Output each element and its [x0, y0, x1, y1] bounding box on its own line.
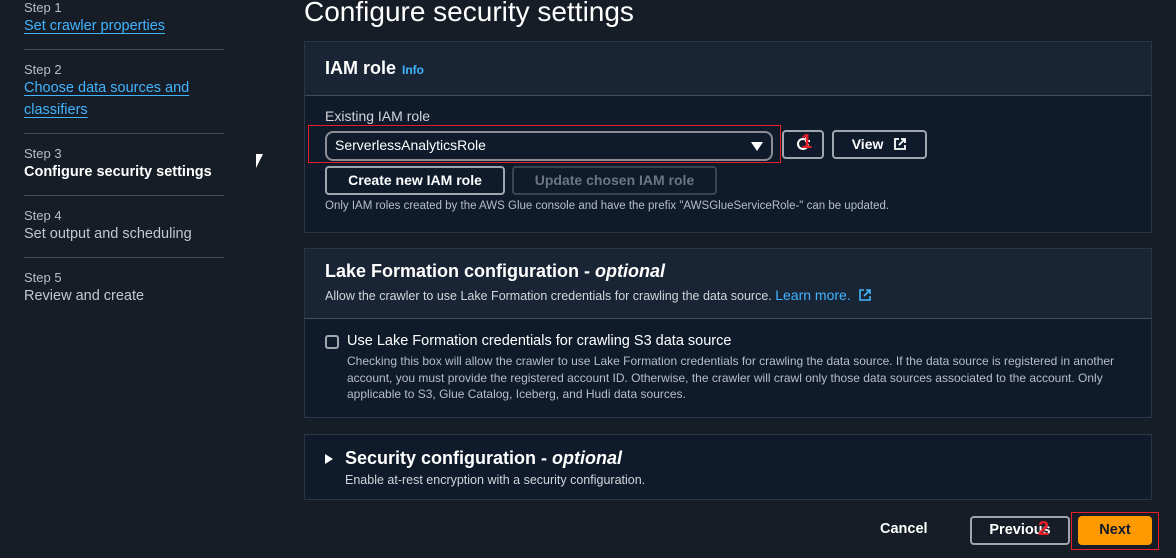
- step-title-output: Set output and scheduling: [24, 226, 192, 242]
- lake-formation-description-row: Allow the crawler to use Lake Formation …: [325, 287, 1131, 303]
- iam-role-hint: Only IAM roles created by the AWS Glue c…: [325, 200, 890, 212]
- create-iam-role-button[interactable]: Create new IAM role: [325, 166, 505, 195]
- lake-formation-title: Lake Formation configuration -: [325, 261, 596, 281]
- update-iam-role-button[interactable]: Update chosen IAM role: [512, 166, 717, 195]
- step-number: Step 1: [24, 0, 62, 15]
- step-2: Step 2 Choose data sources and classifie…: [24, 50, 224, 134]
- iam-role-title: IAM role: [325, 58, 397, 78]
- cancel-button[interactable]: Cancel: [880, 521, 928, 537]
- security-configuration-title: Security configuration -: [345, 448, 553, 468]
- step-4: Step 4 Set output and scheduling: [24, 196, 224, 258]
- step-number: Step 2: [24, 62, 62, 77]
- security-configuration-description: Enable at-rest encryption with a securit…: [345, 473, 646, 487]
- iam-role-heading: IAM role Info: [325, 58, 1131, 79]
- learn-more-link[interactable]: Learn more.: [775, 287, 850, 303]
- step-link-crawler-properties[interactable]: Set crawler properties: [24, 15, 224, 37]
- external-link-icon: [894, 138, 907, 150]
- step-number: Step 4: [24, 208, 62, 223]
- lake-formation-heading: Lake Formation configuration - optional: [325, 261, 1131, 282]
- page-title: Configure security settings: [304, 0, 634, 27]
- security-configuration-panel[interactable]: Security configuration - optional Enable…: [304, 434, 1152, 500]
- lake-formation-checkbox-description: Checking this box will allow the crawler…: [347, 354, 1115, 401]
- info-link[interactable]: Info: [402, 63, 424, 77]
- step-number: Step 3: [24, 146, 62, 161]
- next-button[interactable]: Next: [1078, 516, 1152, 545]
- lake-formation-checkbox[interactable]: [325, 335, 339, 349]
- step-current-security: Configure security settings: [24, 164, 212, 180]
- step-5: Step 5 Review and create: [24, 258, 224, 319]
- iam-role-panel: IAM role Info Existing IAM role Serverles…: [304, 41, 1152, 233]
- step-3: Step 3 Configure security settings: [24, 134, 224, 196]
- external-link-icon[interactable]: [858, 288, 872, 302]
- view-role-button[interactable]: View: [832, 130, 927, 159]
- annotation-label-1: 1: [801, 131, 813, 153]
- iam-role-selected-value: ServerlessAnalyticsRole: [335, 137, 486, 153]
- mouse-cursor-icon: [256, 154, 263, 168]
- expand-caret-icon[interactable]: [325, 454, 333, 464]
- caret-down-icon: [751, 142, 763, 151]
- step-1: Step 1 Set crawler properties: [24, 0, 224, 50]
- step-link-data-sources[interactable]: Choose data sources and classifiers: [24, 77, 224, 121]
- step-title-review: Review and create: [24, 288, 145, 304]
- wizard-steps: Step 1 Set crawler properties Step 2 Cho…: [24, 0, 224, 319]
- annotation-label-2: 2: [1038, 518, 1050, 540]
- step-number: Step 5: [24, 270, 62, 285]
- existing-iam-role-label: Existing IAM role: [325, 108, 431, 124]
- view-label: View: [851, 136, 884, 152]
- lake-formation-header: Lake Formation configuration - optional …: [305, 249, 1151, 319]
- lake-formation-panel: Lake Formation configuration - optional …: [304, 248, 1152, 418]
- optional-tag: optional: [595, 261, 666, 281]
- iam-role-header: IAM role Info: [305, 42, 1151, 96]
- security-configuration-heading[interactable]: Security configuration - optional: [345, 448, 622, 469]
- iam-role-select[interactable]: ServerlessAnalyticsRole: [325, 131, 773, 161]
- lake-formation-checkbox-label[interactable]: Use Lake Formation credentials for crawl…: [347, 333, 731, 349]
- optional-tag: optional: [552, 448, 623, 468]
- previous-button[interactable]: Previous: [970, 516, 1070, 545]
- lake-formation-description: Allow the crawler to use Lake Formation …: [325, 289, 772, 303]
